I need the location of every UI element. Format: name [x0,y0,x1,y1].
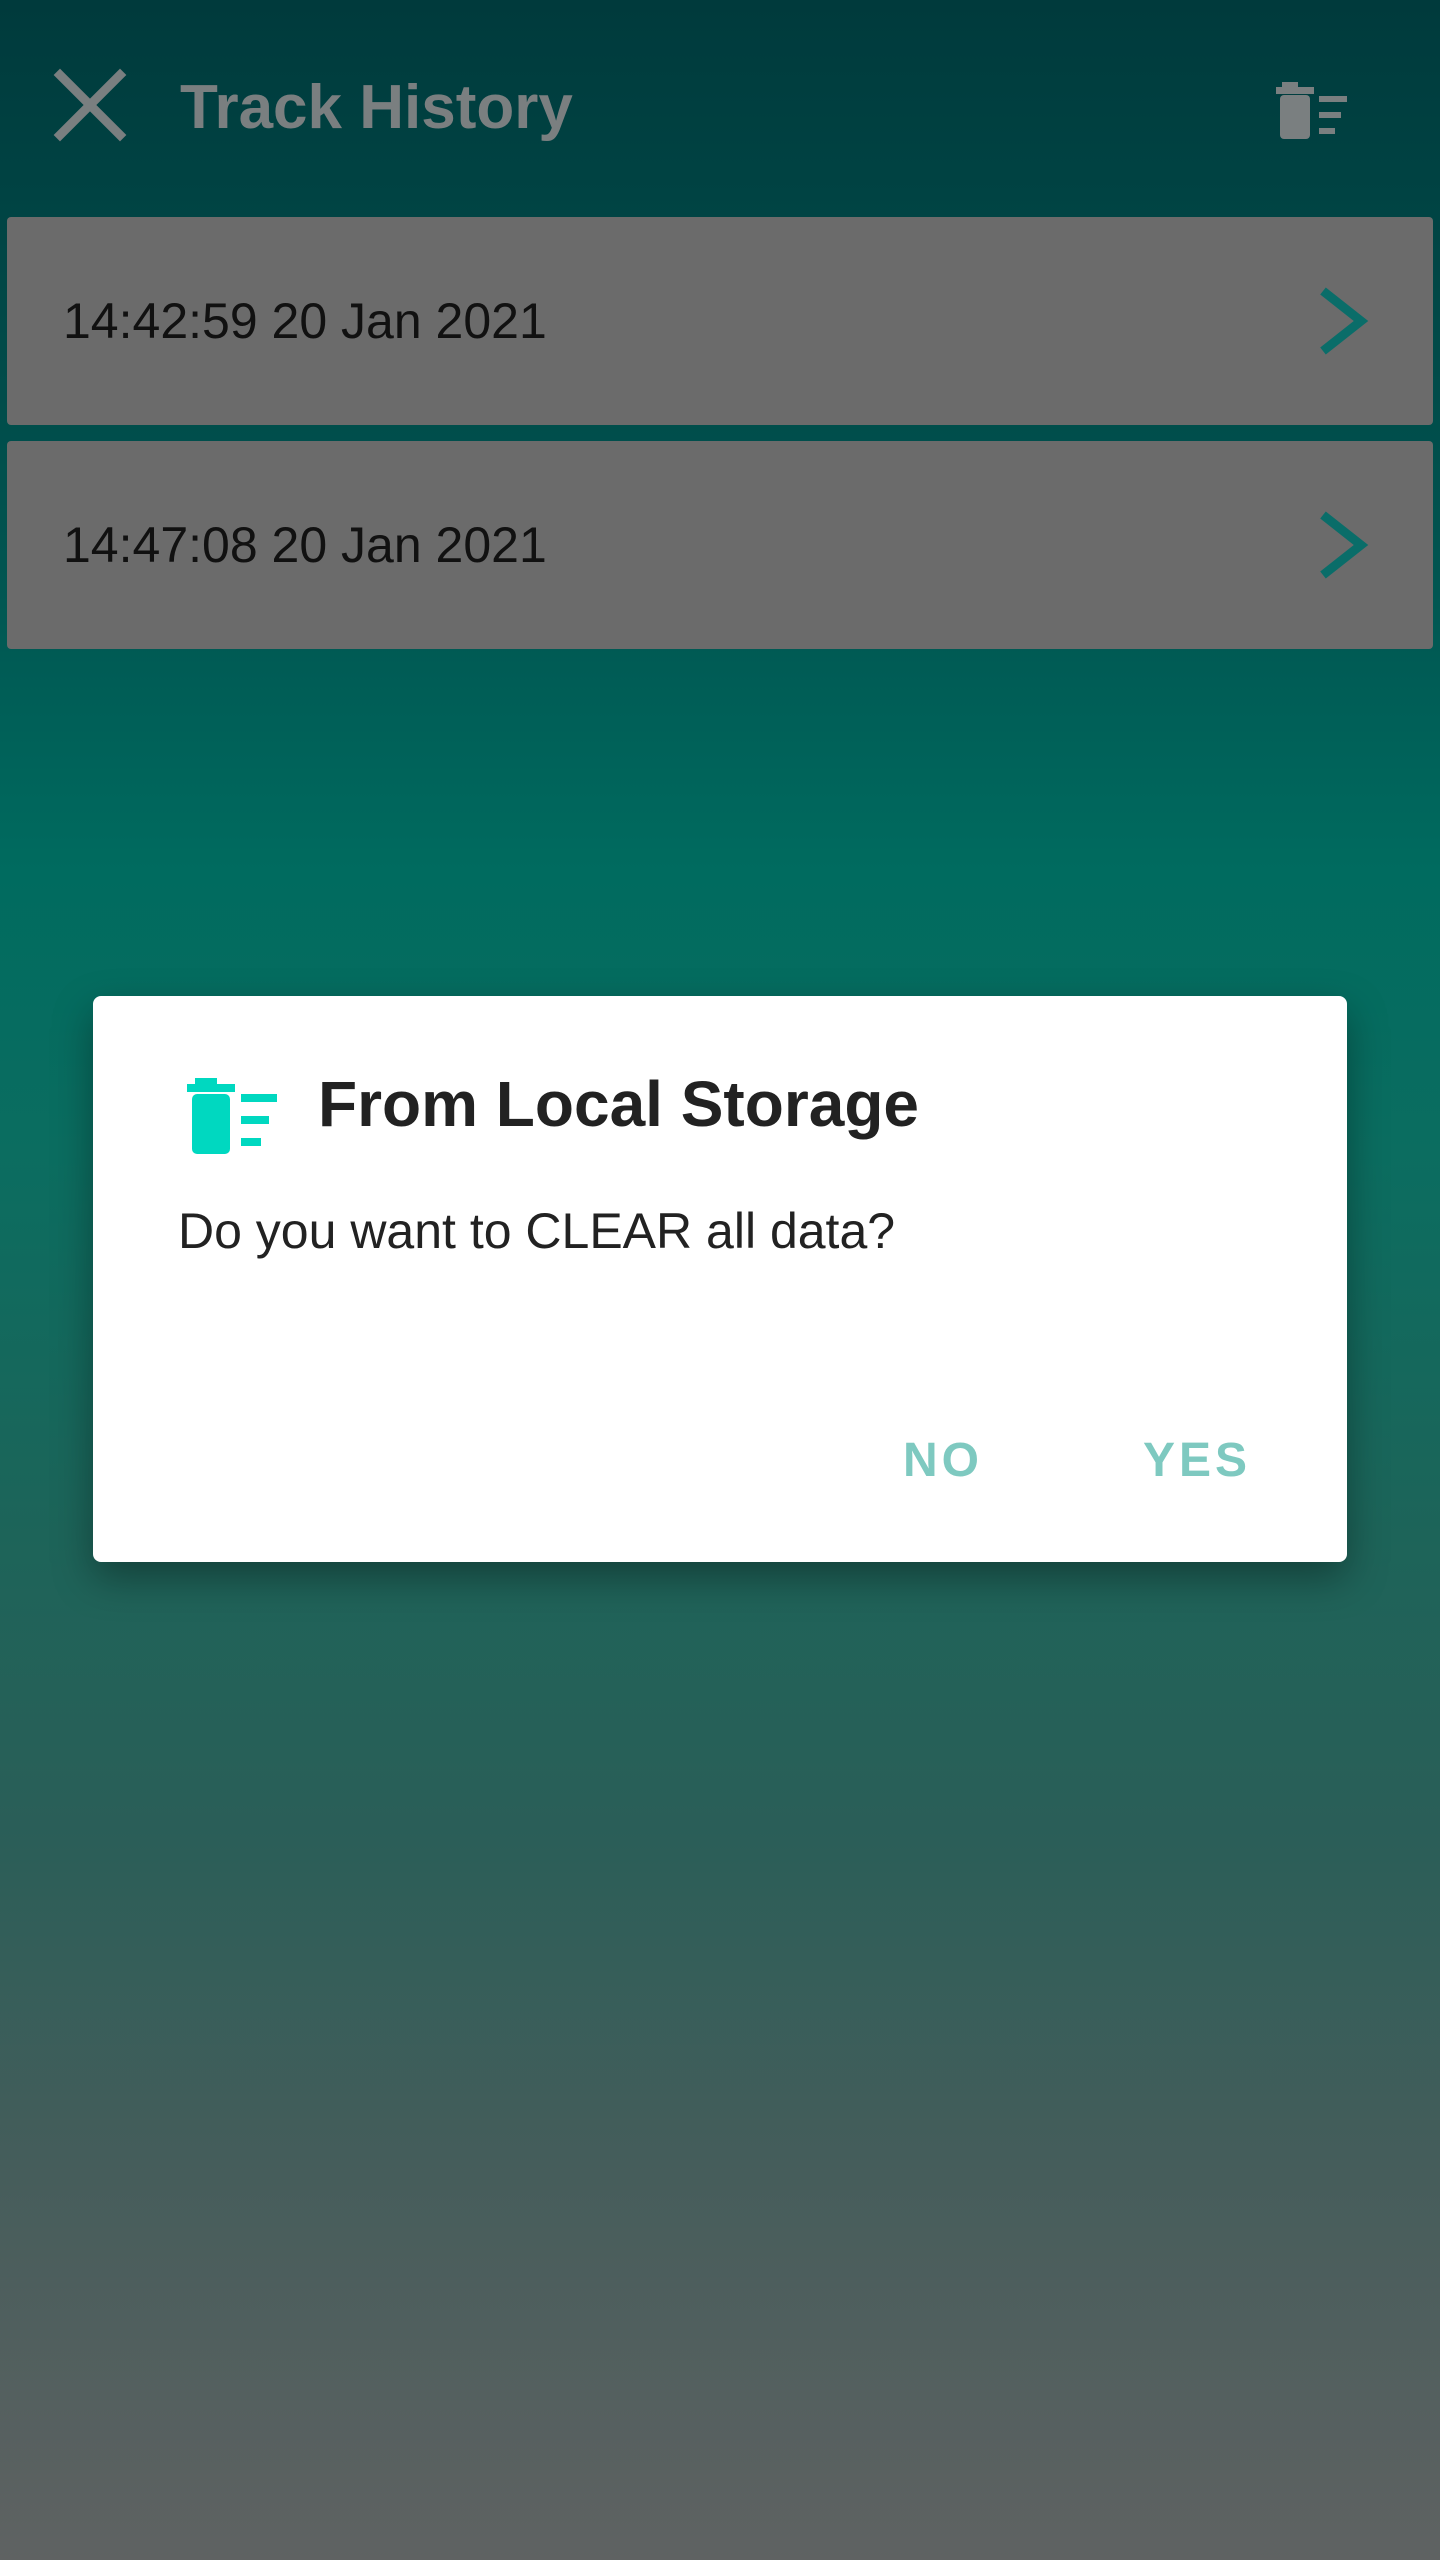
track-timestamp: 14:42:59 20 Jan 2021 [63,293,547,349]
track-row[interactable]: 14:42:59 20 Jan 2021 [7,217,1433,425]
track-timestamp: 14:47:08 20 Jan 2021 [63,517,547,573]
track-row[interactable]: 14:47:08 20 Jan 2021 [7,441,1433,649]
clear-history-button[interactable] [1262,60,1362,160]
track-list: 14:42:59 20 Jan 2021 14:47:08 20 Jan 202… [7,217,1433,665]
app-header: Track History [0,0,1440,215]
close-button[interactable] [40,50,140,160]
confirm-clear-dialog: From Local Storage Do you want to CLEAR … [93,996,1347,1562]
close-icon [53,68,127,142]
dialog-message: Do you want to CLEAR all data? [178,1203,896,1259]
no-button[interactable]: NO [873,1411,1013,1511]
chevron-right-icon [1320,511,1369,579]
delete-sweep-icon [1276,82,1347,139]
page-title: Track History [180,73,573,142]
chevron-right-icon [1320,287,1369,355]
yes-button[interactable]: YES [1113,1411,1281,1511]
dialog-title: From Local Storage [318,1068,919,1140]
delete-sweep-icon [187,1078,277,1154]
